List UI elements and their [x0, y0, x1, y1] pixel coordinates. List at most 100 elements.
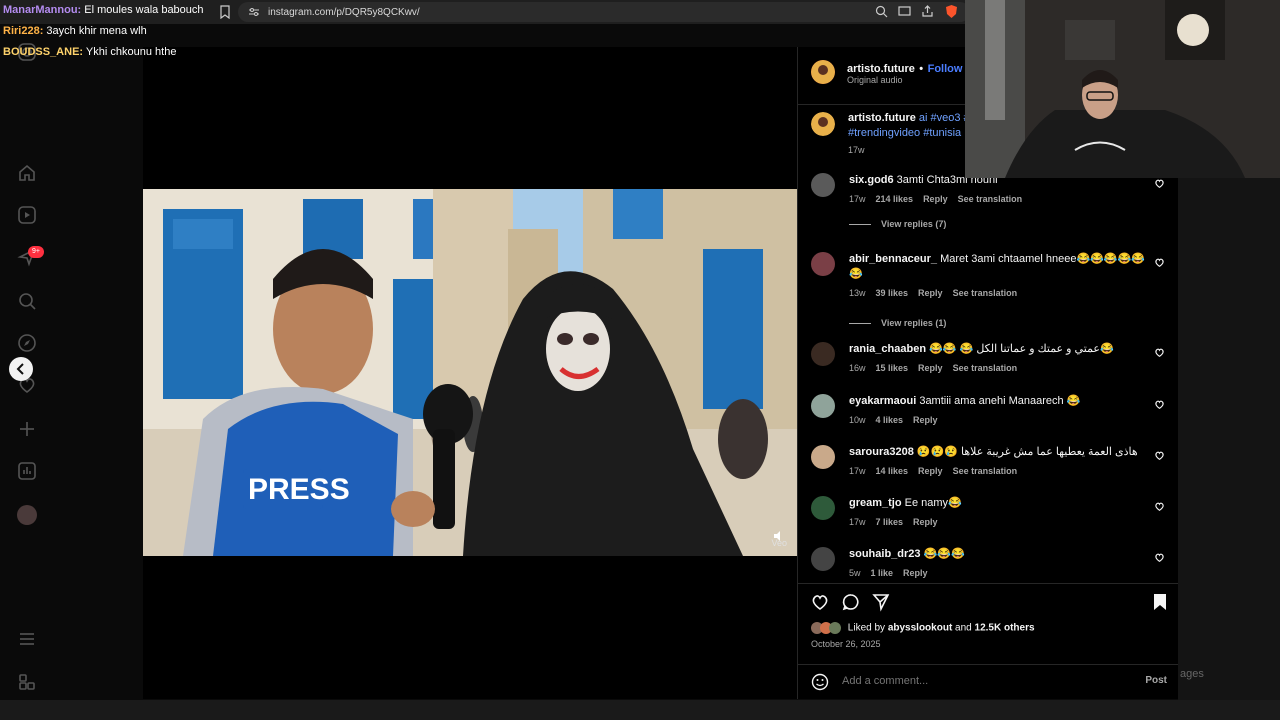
commenter-avatar[interactable] [811, 252, 835, 276]
chat-text: Ykhi chkounu hthe [83, 46, 177, 58]
more-icon[interactable] [17, 672, 37, 692]
see-translation-button[interactable]: See translation [953, 363, 1018, 373]
comment-likes[interactable]: 39 likes [876, 288, 909, 298]
chat-message: ManarMannou: El moules wala babouch [3, 0, 204, 21]
screen: 9+ PRESS Veo artisto.future • Follow Ori… [0, 0, 1280, 720]
comment-meta: 13w 39 likes Reply See translation [849, 286, 1149, 301]
likes-summary[interactable]: Liked by abysslookout and 12.5K others [811, 622, 1035, 634]
menu-icon[interactable] [17, 629, 37, 649]
see-translation-button[interactable]: See translation [953, 466, 1018, 476]
liked-by-user[interactable]: abysslookout [888, 623, 952, 634]
save-icon[interactable] [1150, 592, 1170, 612]
caption-text: ai [915, 112, 931, 124]
commenter-username[interactable]: saroura3208 [849, 446, 914, 458]
commenter-avatar[interactable] [811, 173, 835, 197]
create-icon[interactable] [17, 419, 37, 439]
chat-message: Riri228: 3aych khir mena wlh [3, 21, 204, 42]
commenter-username[interactable]: gream_tjo [849, 497, 902, 509]
caption-tags-line2[interactable]: #trendingvideo #tunisia [848, 126, 968, 141]
view-replies-button[interactable]: View replies (1) [849, 318, 946, 328]
follow-button[interactable]: Follow [928, 63, 963, 75]
search-icon[interactable] [17, 291, 37, 311]
brave-shield-icon[interactable] [944, 4, 959, 19]
comment-like-icon[interactable] [1154, 347, 1165, 358]
comment-text-line: abir_bennaceur_ Maret 3ami chtaamel hnee… [849, 252, 1149, 282]
post-video[interactable]: PRESS Veo [143, 189, 797, 556]
comment-text-line: eyakarmaoui 3amtiii ama anehi Manaarech … [849, 394, 1149, 409]
reply-button[interactable]: Reply [903, 568, 928, 578]
view-replies-button[interactable]: View replies (7) [849, 219, 946, 229]
commenter-username[interactable]: abir_bennaceur_ [849, 253, 937, 265]
comment-likes[interactable]: 1 like [871, 568, 894, 578]
profile-icon[interactable] [17, 505, 37, 525]
share-page-icon[interactable] [921, 5, 934, 18]
comment-likes[interactable]: 14 likes [876, 466, 909, 476]
address-bar[interactable]: instagram.com/p/DQR5y8QCKwv/ [238, 2, 970, 22]
reply-button[interactable]: Reply [918, 466, 943, 476]
comment-likes[interactable]: 7 likes [876, 517, 904, 527]
chat-username: ManarMannou: [3, 4, 82, 16]
commenter-username[interactable]: rania_chaaben [849, 343, 926, 355]
audio-label[interactable]: Original audio [847, 75, 903, 85]
comment-age: 17w [849, 517, 866, 527]
explore-icon[interactable] [17, 333, 37, 353]
comment-meta: 17w 7 likes Reply [849, 515, 1149, 530]
comment-body: saroura3208 😢😢😢 هاذى العمة يعطيها عما مش… [849, 445, 1149, 479]
commenter-avatar[interactable] [811, 342, 835, 366]
post-comment-button[interactable]: Post [1145, 675, 1167, 686]
commenter-username[interactable]: six.god6 [849, 174, 894, 186]
comment-text-line: souhaib_dr23 😂😂😂 [849, 547, 1149, 562]
comment-like-icon[interactable] [1154, 450, 1165, 461]
home-icon[interactable] [17, 163, 37, 183]
comment-likes[interactable]: 4 likes [876, 415, 904, 425]
comment-age: 10w [849, 415, 866, 425]
volume-icon[interactable] [773, 530, 785, 542]
commenter-avatar[interactable] [811, 445, 835, 469]
comment-like-icon[interactable] [1154, 552, 1165, 563]
emoji-icon[interactable] [811, 673, 829, 691]
comment-input[interactable] [842, 675, 1122, 687]
liked-by-others[interactable]: 12.5K others [975, 623, 1035, 634]
comment-like-icon[interactable] [1154, 178, 1165, 189]
commenter-avatar[interactable] [811, 496, 835, 520]
messages-badge: 9+ [28, 246, 44, 258]
commenter-username[interactable]: eyakarmaoui [849, 395, 916, 407]
commenter-avatar[interactable] [811, 547, 835, 571]
previous-post-button[interactable] [9, 357, 33, 381]
zoom-icon[interactable] [875, 5, 888, 18]
reply-button[interactable]: Reply [913, 415, 938, 425]
caption-username[interactable]: artisto.future [848, 112, 916, 124]
comment-like-icon[interactable] [1154, 257, 1165, 268]
comment-icon[interactable] [841, 592, 861, 612]
dashboard-icon[interactable] [17, 461, 37, 481]
caption-tags-line1[interactable]: #veo3 # [931, 112, 970, 124]
url-text[interactable]: instagram.com/p/DQR5y8QCKwv/ [268, 7, 420, 18]
dot-separator: • [919, 63, 924, 75]
commenter-avatar[interactable] [811, 394, 835, 418]
reply-button[interactable]: Reply [918, 363, 943, 373]
site-settings-icon[interactable] [248, 6, 260, 18]
author-username[interactable]: artisto.future [847, 63, 915, 75]
like-icon[interactable] [810, 592, 830, 612]
reels-icon[interactable] [17, 205, 37, 225]
install-app-icon[interactable] [898, 5, 911, 18]
comment-likes[interactable]: 214 likes [876, 194, 914, 204]
comment-text-line: rania_chaaben 😂😂 😂 عمتي و عمتك و عماتنا … [849, 342, 1149, 357]
comment-like-icon[interactable] [1154, 399, 1165, 410]
author-avatar[interactable] [811, 60, 835, 84]
caption-avatar[interactable] [811, 112, 835, 136]
reply-button[interactable]: Reply [923, 194, 948, 204]
background-page-strip: ages [1178, 178, 1280, 720]
comment-like-icon[interactable] [1154, 501, 1165, 512]
reply-button[interactable]: Reply [918, 288, 943, 298]
webcam-overlay [965, 0, 1280, 178]
comment-age: 13w [849, 288, 866, 298]
reply-button[interactable]: Reply [913, 517, 938, 527]
commenter-username[interactable]: souhaib_dr23 [849, 548, 921, 560]
comment-body: abir_bennaceur_ Maret 3ami chtaamel hnee… [849, 252, 1149, 301]
see-translation-button[interactable]: See translation [953, 288, 1018, 298]
comment-likes[interactable]: 15 likes [876, 363, 909, 373]
see-translation-button[interactable]: See translation [958, 194, 1023, 204]
share-icon[interactable] [871, 592, 891, 612]
bookmark-icon[interactable] [218, 5, 232, 19]
